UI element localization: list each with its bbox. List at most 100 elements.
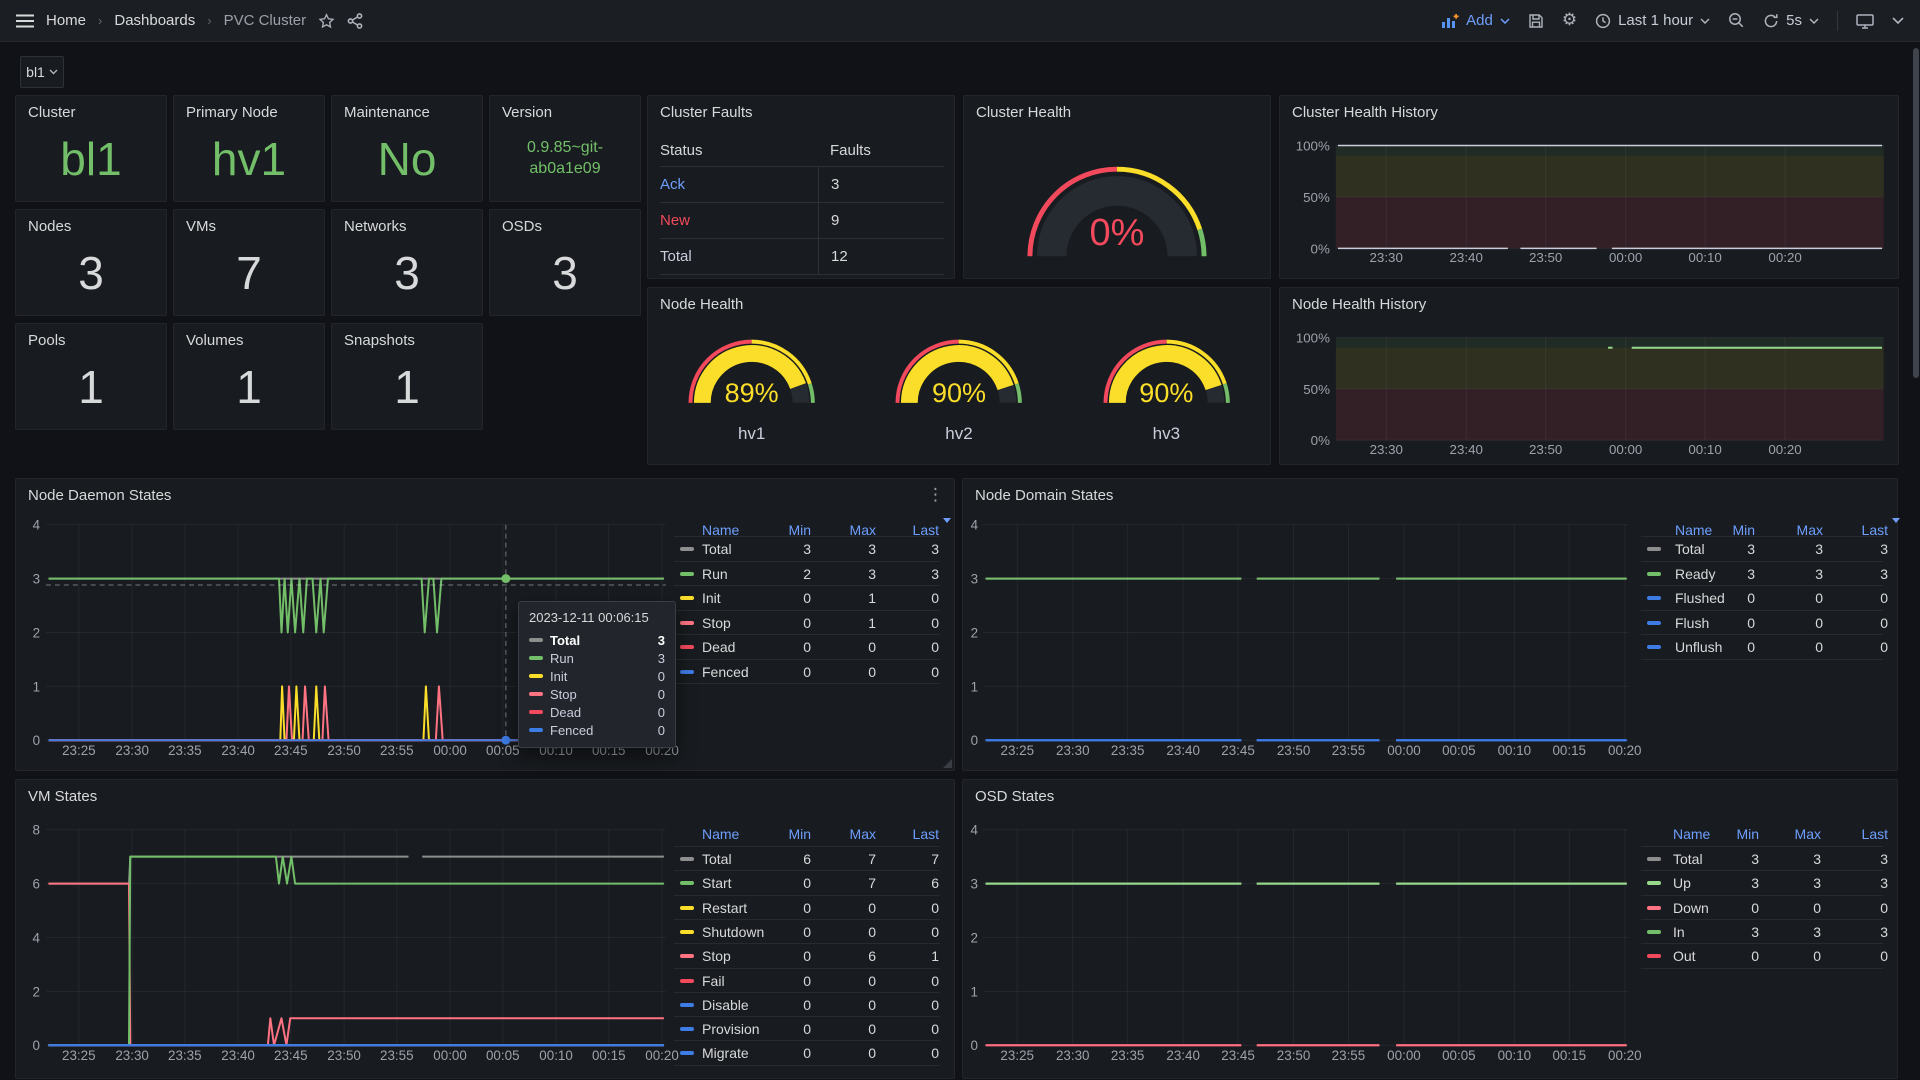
legend-row-init[interactable]: Init010 <box>674 585 940 610</box>
legend-row-total[interactable]: Total677 <box>674 846 940 871</box>
share-icon[interactable] <box>347 13 363 29</box>
series-color-swatch <box>1647 645 1661 649</box>
panel-title[interactable]: Node Daemon States <box>28 487 171 504</box>
tooltip-row-run: Run3 <box>529 649 665 667</box>
star-icon[interactable] <box>318 13 335 29</box>
grafana-dashboard: Home › Dashboards › PVC Cluster Add <box>0 0 1920 1080</box>
dashboard-settings-icon[interactable]: ⚙ <box>1562 12 1577 29</box>
breadcrumb-home[interactable]: Home <box>46 12 86 29</box>
legend-header[interactable]: NameMinMaxLast <box>1641 822 1883 846</box>
panel-title[interactable]: Snapshots <box>344 332 415 349</box>
panel-title[interactable]: Nodes <box>28 218 71 235</box>
svg-text:23:40: 23:40 <box>1166 1048 1200 1063</box>
svg-text:00:00: 00:00 <box>433 1048 467 1063</box>
chevron-down-icon[interactable] <box>1892 17 1904 24</box>
tv-mode-icon[interactable] <box>1856 13 1874 29</box>
clock-icon <box>1595 13 1611 29</box>
node-health-history-chart[interactable]: 100%50%0%23:3023:4023:5000:0000:1000:20 <box>1280 288 1898 464</box>
legend-row-migrate[interactable]: Migrate000 <box>674 1040 940 1065</box>
stat-value: bl1 <box>16 122 166 195</box>
cluster-health-history-chart[interactable]: 100%50%0%23:3023:4023:5000:0000:1000:20 <box>1280 96 1898 278</box>
time-range-label: Last 1 hour <box>1618 12 1693 29</box>
panel-node-health: Node Health 89% hv1 90% hv2 90% hv3 <box>647 287 1271 465</box>
add-button[interactable]: Add <box>1441 12 1510 29</box>
panel-title[interactable]: OSD States <box>975 788 1054 805</box>
legend-row-disable[interactable]: Disable000 <box>674 992 940 1017</box>
variable-dropdown-cluster[interactable]: bl1 <box>20 56 64 88</box>
legend-row-total[interactable]: Total333 <box>1641 846 1883 871</box>
zoom-out-time-icon[interactable] <box>1728 12 1745 29</box>
panel-title[interactable]: Maintenance <box>344 104 430 121</box>
legend-row-total[interactable]: Total333 <box>674 536 940 561</box>
legend-row-flushed[interactable]: Flushed000 <box>1641 585 1883 610</box>
legend-row-total[interactable]: Total333 <box>1641 536 1883 561</box>
legend-row-start[interactable]: Start076 <box>674 870 940 895</box>
legend-row-run[interactable]: Run233 <box>674 561 940 586</box>
legend-row-down[interactable]: Down000 <box>1641 895 1883 920</box>
panel-title[interactable]: VMs <box>186 218 216 235</box>
panel-title[interactable]: Volumes <box>186 332 244 349</box>
legend-row-ready[interactable]: Ready333 <box>1641 561 1883 586</box>
legend-row-dead[interactable]: Dead000 <box>674 634 940 659</box>
svg-text:23:40: 23:40 <box>1166 743 1200 758</box>
legend-row-stop[interactable]: Stop061 <box>674 943 940 968</box>
legend-header[interactable]: NameMinMaxLast <box>674 822 940 846</box>
panel-title[interactable]: Networks <box>344 218 407 235</box>
svg-text:100%: 100% <box>1296 138 1330 153</box>
legend-row-up[interactable]: Up333 <box>1641 870 1883 895</box>
panel-title[interactable]: Cluster Faults <box>660 104 753 121</box>
series-color-swatch <box>680 930 694 934</box>
series-color-swatch <box>680 881 694 885</box>
panel-cluster-health: Cluster Health 0% <box>963 95 1271 279</box>
gauge-hv3: 90% hv3 <box>1063 316 1270 464</box>
breadcrumb-dashboards[interactable]: Dashboards <box>114 12 195 29</box>
panel-menu-icon[interactable]: ⋮ <box>927 485 944 505</box>
stat-panel-maintenance: Maintenance No <box>331 95 483 202</box>
series-color-swatch <box>680 857 694 861</box>
refresh-icon[interactable] <box>1763 13 1779 29</box>
legend-row-flush[interactable]: Flush000 <box>1641 610 1883 635</box>
panel-title[interactable]: Node Health History <box>1292 296 1426 313</box>
panel-osd-states: OSD States 4321023:2523:3023:3523:4023:4… <box>962 779 1898 1079</box>
hamburger-menu-icon[interactable] <box>16 14 34 28</box>
series-color-swatch <box>1647 596 1661 600</box>
gauge-label: hv1 <box>648 424 855 444</box>
save-dashboard-icon[interactable] <box>1528 13 1544 29</box>
panel-title[interactable]: Node Domain States <box>975 487 1113 504</box>
svg-text:23:30: 23:30 <box>1370 442 1403 457</box>
panel-title[interactable]: Node Health <box>660 296 743 313</box>
stat-panel-snapshots: Snapshots 1 <box>331 323 483 430</box>
legend-row-provision[interactable]: Provision000 <box>674 1016 940 1041</box>
legend-row-fenced[interactable]: Fenced000 <box>674 659 940 684</box>
svg-text:00:00: 00:00 <box>1387 1048 1421 1063</box>
panel-title[interactable]: Cluster <box>28 104 76 121</box>
svg-text:00:15: 00:15 <box>1552 743 1586 758</box>
time-range-picker[interactable]: Last 1 hour <box>1595 12 1710 29</box>
refresh-picker[interactable]: 5s <box>1763 12 1819 29</box>
svg-text:00:20: 00:20 <box>1768 442 1801 457</box>
svg-text:50%: 50% <box>1303 190 1330 205</box>
legend-row-out[interactable]: Out000 <box>1641 943 1883 968</box>
legend-row-stop[interactable]: Stop010 <box>674 610 940 635</box>
series-color-swatch <box>1647 572 1661 576</box>
scrollbar-thumb[interactable] <box>1913 48 1919 378</box>
panel-title[interactable]: OSDs <box>502 218 542 235</box>
panel-resize-handle[interactable] <box>943 759 952 768</box>
panel-title[interactable]: Version <box>502 104 552 121</box>
legend-row-fail[interactable]: Fail000 <box>674 968 940 993</box>
svg-text:23:45: 23:45 <box>274 1048 308 1063</box>
svg-text:1: 1 <box>971 984 978 999</box>
panel-cluster-health-history: Cluster Health History 100%50%0%23:3023:… <box>1279 95 1899 279</box>
panel-title[interactable]: Cluster Health History <box>1292 104 1438 121</box>
legend-row-shutdown[interactable]: Shutdown000 <box>674 919 940 944</box>
panel-title[interactable]: Pools <box>28 332 66 349</box>
gauge-value: 0% <box>964 212 1270 255</box>
panel-title[interactable]: VM States <box>28 788 97 805</box>
legend-row-in[interactable]: In333 <box>1641 919 1883 944</box>
legend-row-unflush[interactable]: Unflush000 <box>1641 634 1883 659</box>
stat-panel-pools: Pools 1 <box>15 323 167 430</box>
legend-row-restart[interactable]: Restart000 <box>674 895 940 920</box>
panel-title[interactable]: Primary Node <box>186 104 278 121</box>
panel-title[interactable]: Cluster Health <box>976 104 1071 121</box>
panel-vm-states: VM States 8642023:2523:3023:3523:4023:45… <box>15 779 955 1079</box>
